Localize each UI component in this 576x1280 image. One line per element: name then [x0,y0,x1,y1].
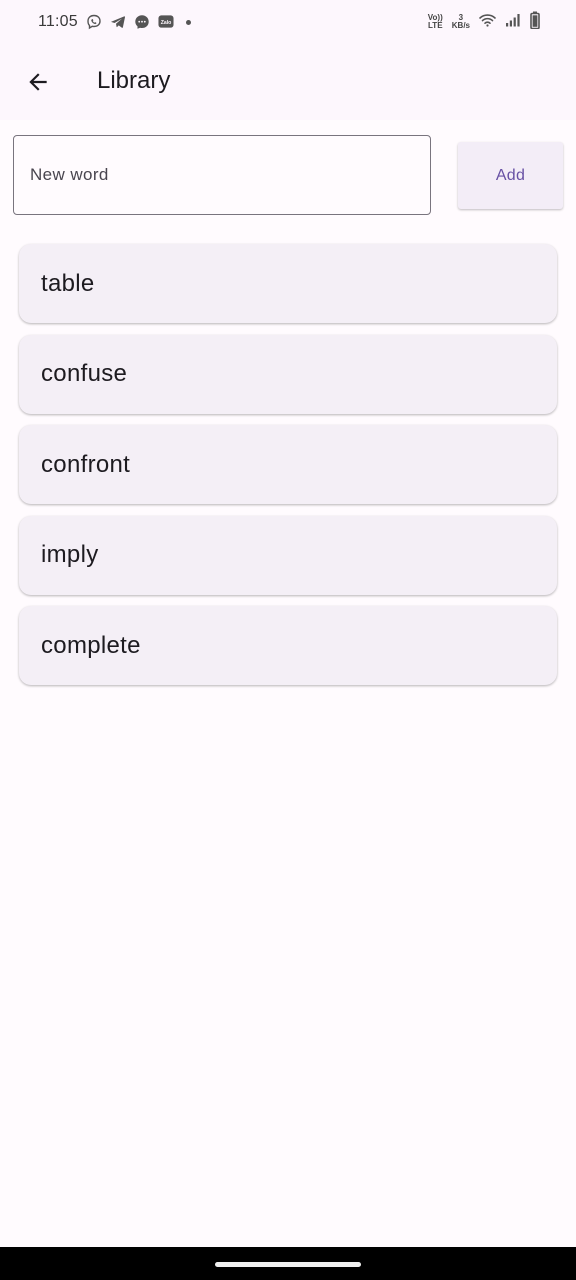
volte-indicator: Vo)) LTE [428,14,443,30]
word-card[interactable]: table [19,244,557,323]
messenger-icon [134,14,150,30]
word-card[interactable]: confuse [19,334,557,414]
word-list: table confuse confront imply complete [19,244,557,697]
status-left: 11:05 Zalo [38,13,191,31]
add-word-form: Add [0,120,576,235]
battery-icon [530,11,540,34]
app-bar: Library [0,44,576,120]
arrow-back-icon [29,73,47,91]
new-word-input[interactable] [13,135,431,215]
system-nav-bar [0,1247,576,1280]
word-text: table [41,269,95,297]
zalo-icon: Zalo [158,14,174,30]
volte-line2: LTE [428,21,443,30]
status-right: Vo)) LTE 3 KB/s [428,11,540,34]
viber-icon [86,14,102,30]
back-button[interactable] [14,58,62,106]
wifi-icon [479,13,496,32]
word-text: confuse [41,360,128,387]
word-text: confront [41,450,131,478]
word-card[interactable]: confront [19,425,557,504]
home-indicator[interactable] [215,1262,361,1267]
word-card[interactable]: imply [19,515,557,595]
status-time: 11:05 [38,13,78,30]
status-bar: 11:05 Zalo Vo)) LTE 3 KB/s [0,0,576,44]
add-button[interactable]: Add [458,142,563,209]
word-text: imply [41,541,99,568]
page-title: Library [97,67,171,94]
network-speed: 3 KB/s [452,14,470,30]
telegram-icon [110,14,126,30]
signal-icon [505,13,521,32]
network-speed-unit: KB/s [451,21,470,30]
word-card[interactable]: complete [19,606,557,685]
more-notifications-dot [185,19,191,25]
word-text: complete [41,631,141,659]
zalo-icon-label: Zalo [161,20,172,26]
